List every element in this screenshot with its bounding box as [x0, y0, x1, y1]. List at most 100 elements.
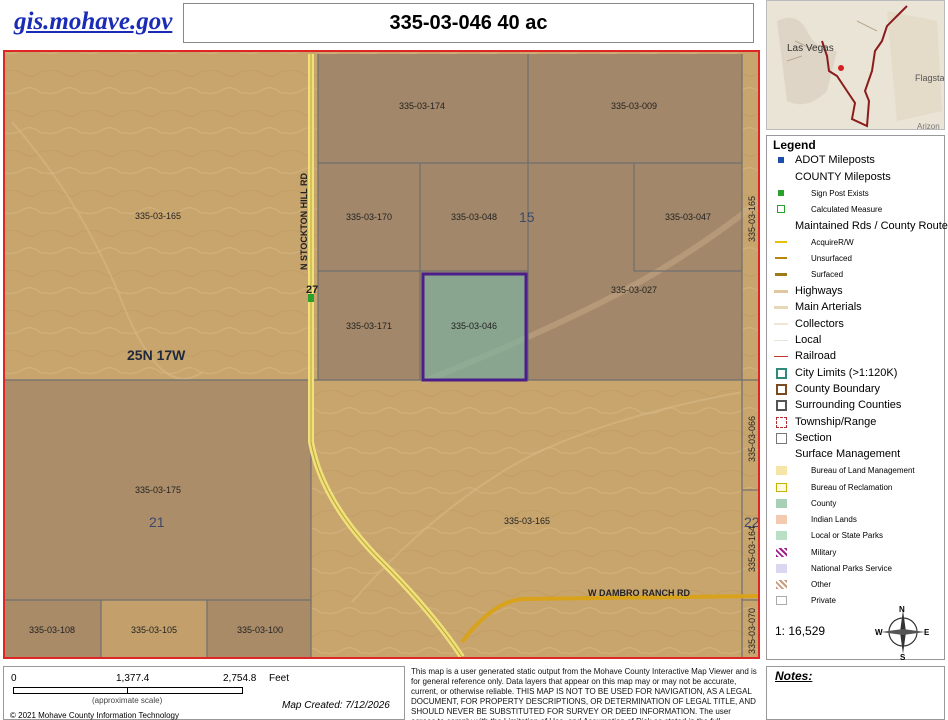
legend-item-label: Military [811, 547, 837, 557]
legend-symbol-icon [773, 220, 789, 232]
parcel-label: 335-03-009 [611, 101, 657, 111]
compass-e: E [924, 628, 930, 637]
notes-panel[interactable]: Notes: [766, 666, 945, 720]
legend-item-label: Township/Range [795, 416, 877, 428]
scale-tick-1: 1,377.4 [116, 673, 150, 684]
parcel-label: 335-03-066 [747, 416, 757, 462]
scale-segment-2 [127, 687, 243, 694]
inset-label-arizona: Arizon [917, 122, 940, 130]
legend-symbol-icon [773, 497, 789, 509]
parcel-label: 335-03-164 [747, 526, 757, 572]
legend-symbol-icon [773, 513, 789, 525]
legend-item-label: Section [795, 432, 832, 444]
legend-item-label: Unsurfaced [811, 253, 852, 263]
scale-segment-1 [13, 687, 129, 694]
disclaimer-text: This map is a user generated static outp… [411, 667, 757, 720]
notes-label: Notes: [775, 669, 813, 683]
legend-symbol-icon [773, 383, 789, 395]
township-range-label: 25N 17W [127, 347, 186, 363]
legend-item: Military [773, 546, 836, 558]
parcel-label: 335-03-100 [237, 625, 283, 635]
milepost-label: 27 [306, 284, 318, 296]
legend-item-label: ADOT Mileposts [795, 154, 875, 166]
legend-symbol-icon [773, 154, 789, 166]
parcel-label: 335-03-171 [346, 321, 392, 331]
legend-item-label: Other [811, 579, 832, 589]
map-title-text: 335-03-046 40 ac [389, 11, 548, 34]
legend-item: Surface Management [773, 448, 900, 460]
section-15-label: 15 [519, 209, 535, 225]
legend-item: Township/Range [773, 416, 876, 428]
legend-item-label: Local or State Parks [811, 530, 884, 540]
legend-item: Surfaced [773, 268, 843, 280]
legend-item-label: National Parks Service [811, 563, 892, 573]
legend-item: National Parks Service [773, 562, 892, 574]
legend-item: Private [773, 594, 836, 606]
legend-symbol-icon [773, 416, 789, 428]
compass-s: S [900, 653, 906, 660]
legend-symbol-icon [773, 562, 789, 574]
main-map[interactable]: 27 N STOCKTON HILL RD W DAMBRO RANCH RD … [3, 50, 760, 659]
legend-item-label: Highways [795, 285, 843, 297]
map-created-date: Map Created: 7/12/2026 [282, 700, 390, 711]
legend-item: Indian Lands [773, 513, 857, 525]
legend-item-label: Railroad [795, 350, 836, 362]
legend-title: Legend [773, 138, 816, 152]
legend-item-label: Sign Post Exists [811, 188, 869, 198]
legend-item: Other [773, 578, 831, 590]
legend-item: Railroad [773, 350, 836, 362]
parcel-label: 335-03-070 [747, 608, 757, 654]
legend-symbol-icon [773, 285, 789, 297]
parcel-label: 335-03-105 [131, 625, 177, 635]
legend-symbol-icon [773, 578, 789, 590]
parcel-label: 335-03-165 [747, 196, 757, 242]
compass-w: W [875, 628, 883, 637]
legend-item-label: Indian Lands [811, 514, 857, 524]
legend-item: County [773, 497, 836, 509]
legend-symbol-icon [773, 367, 789, 379]
legend-item-label: Maintained Rds / County Routes [795, 220, 948, 232]
parcel-label: 335-03-047 [665, 212, 711, 222]
inset-label-las-vegas: Las Vegas [787, 43, 834, 54]
legend-item: Section [773, 432, 832, 444]
legend-symbol-icon [773, 268, 789, 280]
legend-symbol-icon [773, 301, 789, 313]
legend-item: Bureau of Land Management [773, 464, 915, 476]
legend-symbol-icon [773, 529, 789, 541]
legend-symbol-icon [773, 432, 789, 444]
legend-item: Highways [773, 285, 843, 297]
parcel-map-graphic[interactable]: 27 N STOCKTON HILL RD W DAMBRO RANCH RD … [5, 52, 758, 657]
legend-item: Unsurfaced [773, 252, 852, 264]
legend-symbol-icon [773, 546, 789, 558]
inset-map-graphic: Las Vegas Flagsta Arizon [767, 1, 945, 130]
legend-item: AcquireR/W [773, 236, 854, 248]
site-link[interactable]: gis.mohave.gov [14, 8, 172, 36]
legend-item: Local or State Parks [773, 529, 883, 541]
legend-symbol-icon [773, 399, 789, 411]
legend-item-label: Surface Management [795, 448, 901, 460]
scale-tick-0: 0 [11, 673, 17, 684]
legend-item-label: Surrounding Counties [795, 399, 902, 411]
legend-item: ADOT Mileposts [773, 154, 875, 166]
legend-item-label: Private [811, 595, 836, 605]
legend-item-label: AcquireR/W [811, 237, 854, 247]
section-21-label: 21 [149, 514, 165, 530]
legend-item-label: Surfaced [811, 269, 844, 279]
parcel-label: 335-03-170 [346, 212, 392, 222]
parcel-label: 335-03-048 [451, 212, 497, 222]
legend-symbol-icon [773, 464, 789, 476]
inset-label-flagstaff: Flagsta [915, 73, 945, 83]
legend-item: Main Arterials [773, 301, 862, 313]
parcel-label: 335-03-165 [504, 516, 550, 526]
road-label-stockton: N STOCKTON HILL RD [299, 172, 309, 270]
legend-symbol-icon [773, 334, 789, 346]
legend-item-label: Calculated Measure [811, 204, 883, 214]
parcel-label: 335-03-027 [611, 285, 657, 295]
compass-icon: N S E W [875, 605, 930, 660]
legend-symbol-icon [773, 252, 789, 264]
parcel-label: 335-03-165 [135, 211, 181, 221]
legend-item: Collectors [773, 318, 844, 330]
legend-item-label: Main Arterials [795, 301, 862, 313]
legend-item: Surrounding Counties [773, 399, 901, 411]
inset-locator-map: Las Vegas Flagsta Arizon [766, 0, 945, 130]
